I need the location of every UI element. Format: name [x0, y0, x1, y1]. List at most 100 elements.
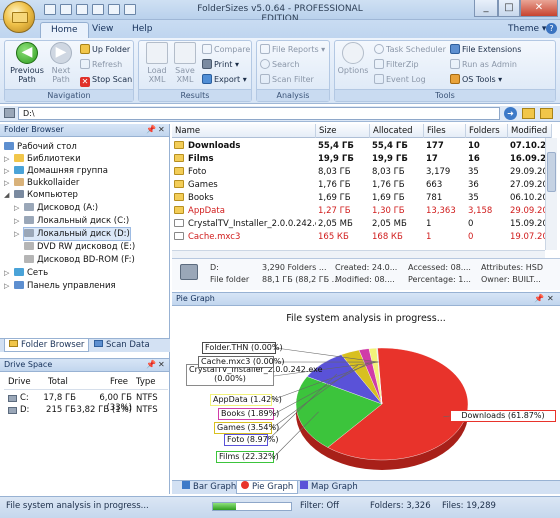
cell-size: 19,9 ГБ: [318, 154, 354, 164]
qat-customize-icon[interactable]: [124, 4, 136, 15]
file-reports-button[interactable]: File Reports ▾: [260, 43, 325, 56]
table-row[interactable]: AppData 1,27 ГБ 1,30 ГБ 13,363 3,158 29.09.20…: [172, 205, 552, 218]
tree-item-desktop[interactable]: Рабочий стол: [4, 141, 77, 153]
col-drive[interactable]: Drive: [8, 377, 31, 387]
expand-icon[interactable]: ▷: [4, 269, 9, 277]
print-button[interactable]: Print ▾: [202, 58, 239, 71]
os-tools-button[interactable]: OS Tools ▾: [450, 73, 502, 86]
expand-icon[interactable]: ▷: [4, 155, 9, 163]
tree-item-libraries[interactable]: Библиотеки: [14, 153, 81, 165]
tree-item-drive-e[interactable]: DVD RW дисковод (E:): [24, 241, 135, 253]
cell-folders: 35: [468, 193, 479, 203]
file-list-hscrollbar[interactable]: [172, 250, 545, 258]
up-folder-button[interactable]: Up Folder: [80, 43, 130, 56]
pin-icon[interactable]: 📌: [146, 359, 156, 371]
col-total[interactable]: Total: [48, 377, 68, 387]
close-button[interactable]: ✕: [520, 0, 558, 17]
save-xml-button[interactable]: Save XML: [168, 42, 202, 84]
file-extensions-button[interactable]: File Extensions: [450, 43, 521, 56]
previous-path-button[interactable]: ◀ Previous Path: [10, 42, 44, 84]
table-row[interactable]: Foto 8,03 ГБ 8,03 ГБ 3,179 35 29.09.201: [172, 166, 552, 179]
app-menu-button[interactable]: [3, 1, 35, 33]
compare-button[interactable]: Compare: [202, 43, 250, 56]
col-allocated[interactable]: Allocated: [370, 124, 424, 138]
tree-item-drive-a[interactable]: Дисковод (A:): [24, 202, 98, 214]
qat-back-icon[interactable]: [108, 4, 120, 15]
qat-new-icon[interactable]: [44, 4, 56, 15]
zip-icon: [374, 59, 384, 69]
scan-filter-button[interactable]: Scan Filter: [260, 73, 314, 86]
tab-view[interactable]: View: [82, 22, 123, 38]
col-type[interactable]: Type: [136, 377, 156, 387]
file-list-scrollbar[interactable]: [545, 138, 557, 250]
qat-open-icon[interactable]: [60, 4, 72, 15]
tree-item-drive-c[interactable]: Локальный диск (C:): [24, 215, 129, 227]
expand-icon[interactable]: ▷: [14, 230, 19, 238]
theme-menu[interactable]: Theme ▾: [508, 24, 546, 34]
tab-map-graph[interactable]: Map Graph: [296, 481, 362, 494]
table-row[interactable]: Games 1,76 ГБ 1,76 ГБ 663 36 27.09.201: [172, 179, 552, 192]
expand-icon[interactable]: ▷: [14, 217, 19, 225]
table-row[interactable]: CrystalTV_Installer_2.0.0.242.exe 2,05 МБ…: [172, 218, 552, 231]
folder-icon: [14, 281, 24, 289]
tree-item-control-panel[interactable]: Панель управления: [14, 280, 116, 292]
tree-item-computer[interactable]: Компьютер: [14, 189, 78, 201]
export-button[interactable]: Export ▾: [202, 73, 247, 86]
file-icon: [174, 219, 184, 227]
expand-icon[interactable]: ▷: [14, 204, 19, 212]
expand-icon[interactable]: ▷: [4, 282, 9, 290]
tree-item-drive-d[interactable]: Локальный диск (D:): [23, 227, 131, 241]
expand-icon[interactable]: ◢: [4, 191, 9, 199]
maximize-button[interactable]: □: [498, 0, 520, 17]
address-input[interactable]: D:\: [18, 107, 500, 120]
col-folders[interactable]: Folders: [466, 124, 508, 138]
table-row[interactable]: Cache.mxc3 165 КБ 168 КБ 1 0 19.07.201: [172, 231, 552, 244]
table-row[interactable]: Downloads55,4 ГБ55,4 ГБ1771007.10.201: [172, 140, 552, 153]
pie-label: Folder.THN (0.00%): [202, 342, 283, 354]
close-panel-icon[interactable]: ✕: [158, 124, 165, 136]
open-folder-icon[interactable]: [522, 108, 535, 119]
col-modified[interactable]: Modified: [508, 124, 552, 138]
tab-help[interactable]: Help: [122, 22, 163, 38]
tree-item-network[interactable]: Сеть: [14, 267, 48, 279]
run-as-admin-button[interactable]: Run as Admin: [450, 58, 517, 71]
table-row[interactable]: Films19,9 ГБ19,9 ГБ171616.09.201: [172, 153, 552, 166]
event-log-button[interactable]: Event Log: [374, 73, 426, 86]
tab-folder-browser[interactable]: Folder Browser: [4, 339, 90, 352]
tree-item-label: Bukkollaider: [27, 178, 80, 188]
search-button[interactable]: Search: [260, 58, 299, 71]
filterzip-button[interactable]: FilterZip: [374, 58, 419, 71]
scrollbar-thumb[interactable]: [547, 152, 556, 192]
qat-save-icon[interactable]: [76, 4, 88, 15]
qat-print-icon[interactable]: [92, 4, 104, 15]
minimize-button[interactable]: _: [474, 0, 498, 17]
col-files[interactable]: Files: [424, 124, 466, 138]
folder-icon: [24, 255, 34, 263]
next-path-button[interactable]: ▶ Next Path: [44, 42, 78, 84]
tab-scan-data[interactable]: Scan Data: [90, 339, 154, 352]
drive-letter: D:: [20, 405, 30, 415]
tree-item-user[interactable]: Bukkollaider: [14, 177, 79, 189]
go-icon[interactable]: ➜: [504, 107, 517, 120]
help-icon[interactable]: ?: [546, 23, 557, 34]
close-panel-icon[interactable]: ✕: [158, 359, 165, 371]
col-free[interactable]: Free: [110, 377, 128, 387]
col-size[interactable]: Size: [316, 124, 370, 138]
col-name[interactable]: Name: [172, 124, 316, 138]
tree-item-drive-f[interactable]: Дисковод BD-ROM (F:): [24, 254, 135, 266]
stop-scan-button[interactable]: ✕ Stop Scan: [80, 73, 132, 87]
expand-icon[interactable]: ▷: [4, 167, 9, 175]
task-scheduler-button[interactable]: Task Scheduler: [374, 43, 446, 56]
new-folder-icon[interactable]: [540, 108, 553, 119]
pin-icon[interactable]: 📌: [146, 124, 156, 136]
expand-icon[interactable]: ▷: [4, 179, 9, 187]
tab-bar-graph[interactable]: Bar Graph: [178, 481, 240, 494]
tab-pie-graph[interactable]: Pie Graph: [236, 481, 299, 494]
folder-icon: [174, 141, 184, 149]
cell-name: Downloads: [172, 140, 316, 153]
tree-item-homegroup[interactable]: Домашняя группа: [14, 165, 108, 177]
table-row[interactable]: Books 1,69 ГБ 1,69 ГБ 781 35 06.10.201: [172, 192, 552, 205]
options-button[interactable]: Options: [336, 42, 370, 75]
os-tools-icon: [450, 74, 460, 84]
refresh-button[interactable]: Refresh: [80, 58, 122, 71]
